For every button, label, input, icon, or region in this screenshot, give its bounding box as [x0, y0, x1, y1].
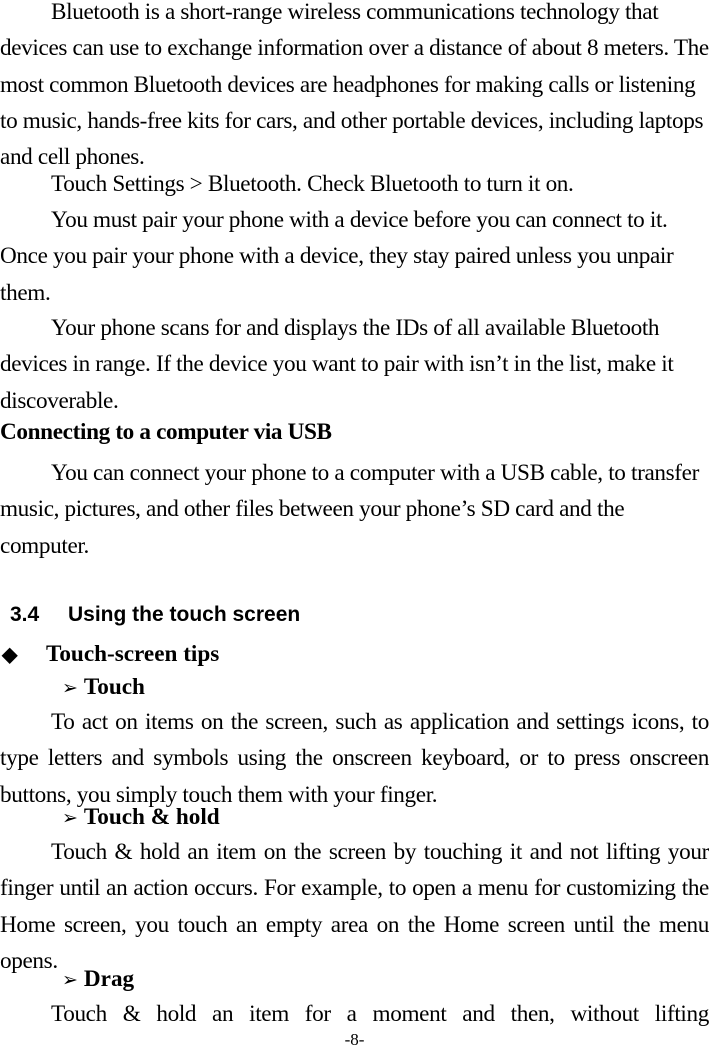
paragraph-text: To act on items on the screen, such as a… — [0, 709, 709, 808]
usb-paragraph: You can connect your phone to a computer… — [0, 455, 709, 564]
paragraph-text: Bluetooth is a short-range wireless comm… — [0, 0, 709, 171]
paragraph-text: Your phone scans for and displays the ID… — [0, 315, 674, 414]
tip-text-touch-hold: Touch & hold an item on the screen by to… — [0, 834, 709, 979]
diamond-bullet-icon: ◆ — [2, 644, 18, 666]
tip-title: Touch — [83, 674, 145, 700]
paragraph-text: You can connect your phone to a computer… — [0, 460, 699, 559]
page-number: -8- — [344, 1030, 365, 1049]
tip-title: Touch & hold — [83, 804, 220, 830]
section-heading: 3.4 Using the touch screen — [10, 603, 300, 627]
bluetooth-intro-paragraph: Bluetooth is a short-range wireless comm… — [0, 0, 709, 175]
tip-heading-touch: ➢ Touch — [62, 674, 145, 701]
section-number: 3.4 — [10, 603, 40, 626]
arrow-bullet-icon: ➢ — [62, 970, 78, 991]
section-title: Using the touch screen — [68, 603, 301, 626]
paragraph-text: Touch Settings > Bluetooth. Check Blueto… — [51, 171, 574, 197]
bluetooth-settings-paragraph: Touch Settings > Bluetooth. Check Blueto… — [0, 166, 709, 202]
tip-title: Drag — [83, 966, 135, 992]
paragraph-text: Touch & hold an item on the screen by to… — [0, 839, 709, 974]
scan-paragraph: Your phone scans for and displays the ID… — [0, 310, 709, 419]
pairing-paragraph: You must pair your phone with a device b… — [0, 202, 709, 311]
arrow-bullet-icon: ➢ — [62, 678, 78, 699]
tip-heading-drag: ➢ Drag — [62, 966, 134, 993]
tips-title: Touch-screen tips — [46, 641, 220, 667]
tips-heading: ◆ Touch-screen tips — [2, 641, 219, 668]
tip-heading-touch-hold: ➢ Touch & hold — [62, 804, 220, 831]
arrow-bullet-icon: ➢ — [62, 808, 78, 829]
usb-heading: Connecting to a computer via USB — [0, 419, 332, 445]
tip-text-drag: Touch & hold an item for a moment and th… — [0, 996, 709, 1032]
paragraph-text: You must pair your phone with a device b… — [0, 207, 674, 306]
paragraph-text: Touch & hold an item for a moment and th… — [51, 1001, 709, 1027]
tip-text-touch: To act on items on the screen, such as a… — [0, 704, 709, 813]
